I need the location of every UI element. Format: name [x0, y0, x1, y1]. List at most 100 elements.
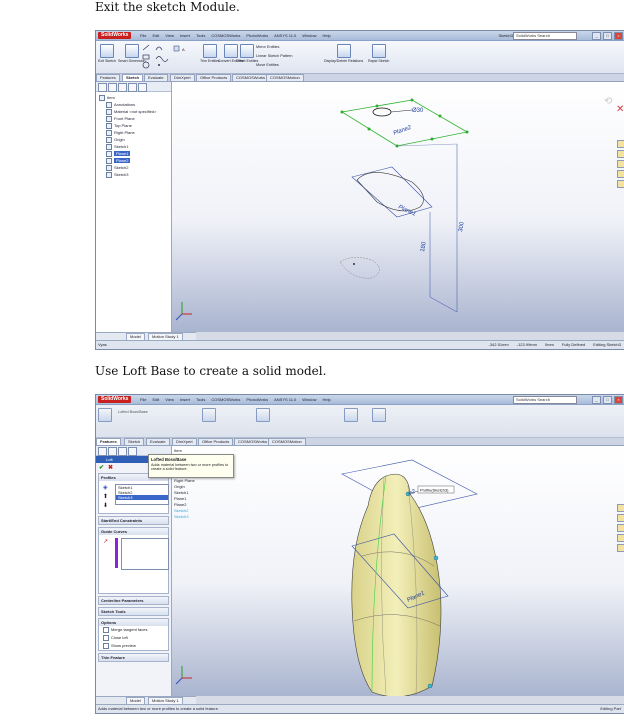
- tree-item-right-plane[interactable]: Right Plane: [99, 129, 169, 136]
- tab-dimxpert[interactable]: DimXpert: [172, 438, 197, 445]
- dimxpert-icon[interactable]: [128, 447, 137, 456]
- trim-entities-button[interactable]: Trim Entities: [200, 44, 220, 63]
- mirror-entities-button[interactable]: Mirror Entities: [256, 45, 279, 49]
- options-header[interactable]: Options: [99, 619, 168, 626]
- task-pane-library-icon[interactable]: [617, 150, 624, 158]
- menu-tools[interactable]: Tools: [196, 33, 205, 38]
- menu-edit[interactable]: Edit: [152, 397, 159, 402]
- tree-item-sketch3[interactable]: Sketch3: [99, 171, 169, 178]
- circle-sketch[interactable]: [372, 107, 392, 117]
- menu-photoworks[interactable]: PhotoWorks: [246, 397, 268, 402]
- move-entities-button[interactable]: Move Entities: [256, 63, 279, 67]
- display-icon[interactable]: [138, 83, 147, 92]
- profile-sketch1[interactable]: [339, 257, 380, 279]
- extruded-boss-button[interactable]: [98, 408, 112, 423]
- tab-evaluate[interactable]: Evaluate: [144, 74, 168, 81]
- tab-cosmosworks[interactable]: COSMOSWorks: [232, 74, 270, 81]
- menu-photoworks[interactable]: PhotoWorks: [246, 33, 268, 38]
- tab-features[interactable]: Features: [96, 74, 120, 81]
- cancel-button[interactable]: ✖: [108, 464, 113, 471]
- task-pane-appearance-icon[interactable]: [617, 180, 624, 188]
- start-end-header[interactable]: Start/End Constraints: [99, 517, 168, 524]
- feature-tree-icon[interactable]: [98, 83, 107, 92]
- task-pane-palette-icon[interactable]: [617, 170, 624, 178]
- offset-entities-button[interactable]: Offset Entities: [236, 44, 258, 63]
- menu-ansys[interactable]: ANSYS 11.0: [274, 397, 296, 402]
- lofted-boss-button[interactable]: Lofted Boss/Base: [118, 410, 148, 414]
- sketch-tools-header[interactable]: Sketch Tools: [99, 608, 168, 615]
- menu-view[interactable]: View: [165, 397, 174, 402]
- menu-ansys[interactable]: ANSYS 11.0: [274, 33, 296, 38]
- sketch-entity-tools[interactable]: A: [142, 44, 197, 70]
- guide-curves-list[interactable]: [121, 538, 169, 570]
- maximize-button[interactable]: □: [603, 396, 612, 404]
- tab-office-products[interactable]: Office Products: [198, 438, 234, 445]
- menu-help[interactable]: Help: [323, 397, 331, 402]
- fillet-button[interactable]: [202, 408, 216, 423]
- height-dimension[interactable]: 300: [458, 221, 466, 233]
- menu-cosmosworks[interactable]: COSMOSWorks: [211, 397, 240, 402]
- tree-item-annotations[interactable]: Annotations: [99, 101, 169, 108]
- graphics-area[interactable]: Ø30 Plane2 Plane1 300 180 ⟲ ✕: [172, 82, 624, 332]
- tree-item-plane2[interactable]: Plane2: [99, 157, 169, 164]
- tab-cosmosworks[interactable]: COSMOSWorks: [234, 438, 272, 445]
- menu-cosmosworks[interactable]: COSMOSWorks: [211, 33, 240, 38]
- task-pane-library-icon[interactable]: [617, 514, 624, 522]
- tab-features[interactable]: Features: [96, 438, 121, 445]
- close-sketch-icon[interactable]: ✕: [616, 104, 624, 115]
- task-pane-palette-icon[interactable]: [617, 534, 624, 542]
- exit-sketch-button[interactable]: Exit Sketch: [98, 44, 116, 63]
- menu-tools[interactable]: Tools: [196, 397, 205, 402]
- loft-body[interactable]: [351, 473, 442, 696]
- centerline-header[interactable]: Centerline Parameters: [99, 597, 168, 604]
- tree-item-material[interactable]: Material <not specified>: [99, 108, 169, 115]
- profile-sketch2[interactable]: [356, 172, 424, 212]
- reference-geometry-button[interactable]: [344, 408, 358, 423]
- search-input[interactable]: SolidWorks Search: [513, 396, 577, 404]
- tab-cosmosmotion[interactable]: COSMOSMotion: [266, 74, 304, 81]
- menu-insert[interactable]: Insert: [180, 33, 190, 38]
- diameter-dimension[interactable]: Ø30: [412, 108, 424, 114]
- menu-window[interactable]: Window: [302, 397, 316, 402]
- task-pane-resources-icon[interactable]: [617, 504, 624, 512]
- tree-item-sketch2[interactable]: Sketch2: [99, 164, 169, 171]
- tab-sketch[interactable]: Sketch: [122, 74, 144, 81]
- guide-curves-header[interactable]: Guide Curves: [99, 528, 168, 535]
- rapid-sketch-button[interactable]: Rapid Sketch: [368, 44, 389, 63]
- linear-pattern-button[interactable]: Linear Sketch Pattern: [256, 54, 293, 58]
- menu-window[interactable]: Window: [302, 33, 316, 38]
- close-button[interactable]: ×: [614, 396, 623, 404]
- task-pane-explorer-icon[interactable]: [617, 160, 624, 168]
- plane2-outline[interactable]: [340, 98, 469, 148]
- pattern-button[interactable]: [256, 408, 270, 423]
- minimize-button[interactable]: _: [592, 32, 601, 40]
- menu-file[interactable]: File: [140, 33, 146, 38]
- task-pane-resources-icon[interactable]: [617, 140, 624, 148]
- menu-help[interactable]: Help: [323, 33, 331, 38]
- minimize-button[interactable]: _: [592, 396, 601, 404]
- tab-cosmosmotion[interactable]: COSMOSMotion: [268, 438, 306, 445]
- move-up-button[interactable]: ⬆: [103, 493, 108, 500]
- profiles-list[interactable]: Sketch1 Sketch2 Sketch3: [115, 484, 169, 505]
- tree-item-top-plane[interactable]: Top Plane: [99, 122, 169, 129]
- thin-feature-header[interactable]: Thin Feature: [99, 654, 168, 661]
- tree-item-plane1[interactable]: Plane1: [99, 150, 169, 157]
- task-pane-appearance-icon[interactable]: [617, 544, 624, 552]
- close-button[interactable]: ×: [614, 32, 623, 40]
- relations-button[interactable]: Display/Delete Relations: [324, 44, 363, 63]
- tab-sketch[interactable]: Sketch: [124, 438, 145, 445]
- tab-office-products[interactable]: Office Products: [196, 74, 232, 81]
- tree-root[interactable]: Item: [99, 94, 169, 101]
- graphics-area[interactable]: Item Annotations Material <not specified…: [172, 446, 624, 696]
- tree-item-origin[interactable]: Origin: [99, 136, 169, 143]
- tab-evaluate[interactable]: Evaluate: [146, 438, 170, 445]
- merge-tangent-checkbox[interactable]: Merge tangent faces: [99, 626, 168, 634]
- menu-insert[interactable]: Insert: [180, 397, 190, 402]
- connector-handle[interactable]: [427, 683, 433, 689]
- dimxpert-icon[interactable]: [128, 83, 137, 92]
- curves-button[interactable]: [372, 408, 386, 423]
- task-pane-explorer-icon[interactable]: [617, 524, 624, 532]
- feature-tree-icon[interactable]: [98, 447, 107, 456]
- property-manager-icon[interactable]: [108, 447, 117, 456]
- show-preview-checkbox[interactable]: Show preview: [99, 642, 168, 650]
